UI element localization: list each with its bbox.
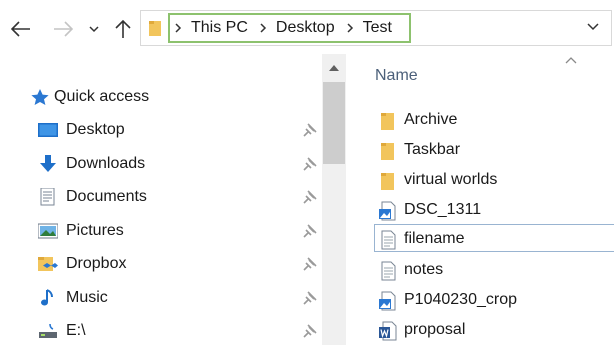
image-file-icon xyxy=(379,291,396,311)
file-name: proposal xyxy=(404,321,466,338)
word-document-icon xyxy=(379,321,397,341)
scroll-up-icon[interactable] xyxy=(329,64,339,71)
forward-button[interactable] xyxy=(50,14,76,44)
download-icon xyxy=(40,155,56,172)
list-item-proposal[interactable]: proposal xyxy=(374,316,614,344)
navigation-pane: Quick access Desktop Downloads Documents xyxy=(0,54,346,345)
back-arrow-icon xyxy=(11,21,30,37)
file-name: notes xyxy=(404,261,444,278)
file-name: Archive xyxy=(404,111,458,128)
pin-icon[interactable] xyxy=(303,324,317,338)
up-button[interactable] xyxy=(112,14,134,44)
desktop-icon xyxy=(38,123,58,137)
star-icon xyxy=(31,89,49,105)
sidebar-item-label: Desktop xyxy=(66,121,125,138)
drive-icon xyxy=(39,323,57,338)
sidebar-item-music[interactable]: Music xyxy=(0,283,322,313)
chevron-right-icon[interactable] xyxy=(260,23,267,33)
sidebar-item-label: Pictures xyxy=(66,222,124,239)
list-item-notes[interactable]: notes xyxy=(374,256,614,284)
breadcrumb-desktop[interactable]: Desktop xyxy=(276,19,335,37)
sort-ascending-icon xyxy=(565,57,577,64)
image-file-icon xyxy=(379,201,396,221)
list-item-p1040230-crop[interactable]: P1040230_crop xyxy=(374,286,614,314)
text-file-icon xyxy=(381,230,396,250)
address-dropdown-icon[interactable] xyxy=(587,23,599,31)
folder-icon xyxy=(381,173,394,190)
list-item-dsc-1311[interactable]: DSC_1311 xyxy=(374,196,614,224)
pin-icon[interactable] xyxy=(303,190,317,204)
pictures-icon xyxy=(38,223,58,239)
sidebar-item-label: E:\ xyxy=(66,322,86,339)
sidebar-item-downloads[interactable]: Downloads xyxy=(0,149,322,179)
text-file-icon xyxy=(381,261,396,281)
chevron-right-icon[interactable] xyxy=(347,23,354,33)
pin-icon[interactable] xyxy=(303,157,317,171)
list-item-virtual-worlds[interactable]: virtual worlds xyxy=(374,166,614,194)
pin-icon[interactable] xyxy=(303,257,317,271)
sidebar-item-desktop[interactable]: Desktop xyxy=(0,115,322,145)
file-name: Taskbar xyxy=(404,141,461,158)
file-name: P1040230_crop xyxy=(404,291,517,308)
folder-icon xyxy=(149,21,161,36)
sidebar-item-e-drive[interactable]: E:\ xyxy=(0,316,322,346)
address-bar[interactable]: This PC Desktop Test xyxy=(140,10,612,46)
list-item-archive[interactable]: Archive xyxy=(374,106,614,134)
pin-icon[interactable] xyxy=(303,123,317,137)
file-name: filename xyxy=(404,230,465,247)
list-item-filename[interactable]: filename xyxy=(374,224,614,252)
documents-icon xyxy=(40,188,55,206)
list-item-taskbar[interactable]: Taskbar xyxy=(374,136,614,164)
file-list: Name Archive Taskbar virtual worlds DSC_… xyxy=(346,54,614,345)
breadcrumb-this-pc[interactable]: This PC xyxy=(191,19,248,37)
sidebar-item-pictures[interactable]: Pictures xyxy=(0,216,322,246)
sidebar-item-label: Dropbox xyxy=(66,255,127,272)
navigation-pane-scrollbar[interactable] xyxy=(322,54,346,345)
folder-icon xyxy=(381,143,394,160)
pin-icon[interactable] xyxy=(303,291,317,305)
file-name: virtual worlds xyxy=(404,171,498,188)
breadcrumb: This PC Desktop Test xyxy=(168,13,411,43)
music-icon xyxy=(41,289,53,306)
forward-arrow-icon xyxy=(54,21,73,37)
back-button[interactable] xyxy=(8,14,34,44)
chevron-right-icon[interactable] xyxy=(175,23,182,33)
up-arrow-icon xyxy=(115,19,131,38)
file-name: DSC_1311 xyxy=(404,201,482,218)
folder-icon xyxy=(381,113,394,130)
sidebar-item-dropbox[interactable]: Dropbox xyxy=(0,249,322,279)
scrollbar-thumb[interactable] xyxy=(323,82,345,164)
sidebar-item-documents[interactable]: Documents xyxy=(0,182,322,212)
navigation-toolbar: This PC Desktop Test xyxy=(0,0,614,54)
pin-icon[interactable] xyxy=(303,224,317,238)
sidebar-item-label: Quick access xyxy=(54,88,150,105)
sidebar-item-quick-access[interactable]: Quick access xyxy=(0,82,322,112)
column-header-name[interactable]: Name xyxy=(375,67,418,85)
breadcrumb-test[interactable]: Test xyxy=(363,19,392,37)
sidebar-item-label: Music xyxy=(66,289,108,306)
sidebar-item-label: Documents xyxy=(66,188,147,205)
recent-locations-button[interactable] xyxy=(86,14,102,44)
dropbox-icon xyxy=(38,257,58,271)
sidebar-item-label: Downloads xyxy=(66,155,146,172)
chevron-down-icon xyxy=(89,25,99,32)
